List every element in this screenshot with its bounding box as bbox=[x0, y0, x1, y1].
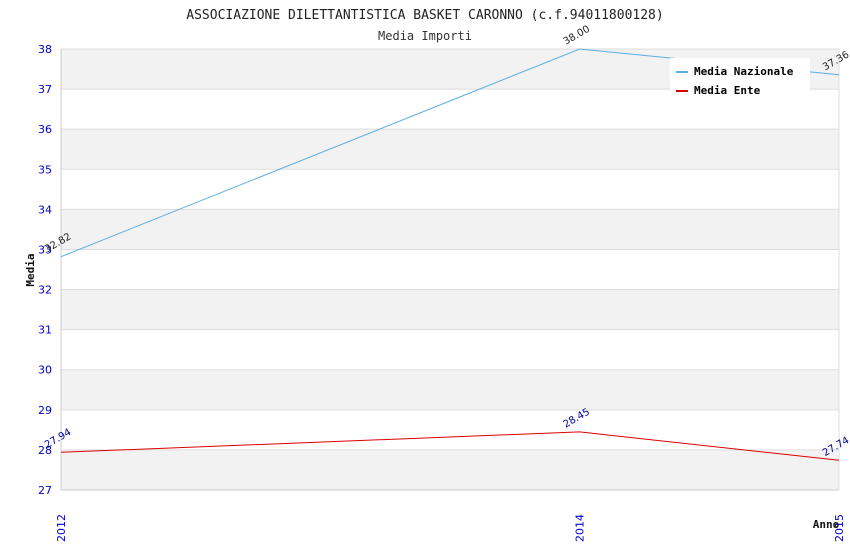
legend: Media Nazionale Media Ente bbox=[670, 58, 810, 102]
plot-bands bbox=[61, 49, 839, 490]
plot-band bbox=[61, 369, 839, 410]
plot-band bbox=[61, 289, 839, 330]
plot-band bbox=[61, 129, 839, 170]
y-tick-labels: 272829303132333435363738 bbox=[38, 43, 52, 497]
y-tick-label: 29 bbox=[38, 404, 52, 417]
y-tick-label: 32 bbox=[38, 284, 52, 297]
y-tick-label: 30 bbox=[38, 364, 52, 377]
plot-band bbox=[61, 209, 839, 250]
legend-label-media-ente: Media Ente bbox=[694, 84, 761, 97]
line-chart: 272829303132333435363738 2012 2014 2015 32… bbox=[24, 8, 850, 542]
x-tick-label: 2012 bbox=[55, 514, 68, 542]
chart-subtitle: Media Importi bbox=[378, 29, 472, 43]
y-tick-label: 34 bbox=[38, 203, 52, 216]
y-tick-label: 38 bbox=[38, 43, 52, 56]
x-tick-labels: 2012 2014 2015 bbox=[55, 514, 846, 542]
plot-band bbox=[61, 449, 839, 490]
chart-title: ASSOCIAZIONE DILETTANTISTICA BASKET CARO… bbox=[186, 8, 663, 23]
plot-band bbox=[61, 329, 839, 370]
x-axis-label: Anno bbox=[813, 518, 840, 531]
plot-band bbox=[61, 169, 839, 210]
y-tick-label: 31 bbox=[38, 324, 52, 337]
y-tick-label: 36 bbox=[38, 123, 52, 136]
plot-band bbox=[61, 249, 839, 290]
legend-label-media-nazionale: Media Nazionale bbox=[694, 65, 794, 78]
data-label: 38.00 bbox=[562, 24, 592, 48]
y-axis-label: Media bbox=[24, 253, 37, 286]
y-tick-label: 37 bbox=[38, 83, 52, 96]
y-tick-label: 35 bbox=[38, 163, 52, 176]
x-tick-label: 2014 bbox=[574, 514, 587, 542]
plot-band bbox=[61, 409, 839, 450]
y-tick-label: 27 bbox=[38, 484, 52, 497]
